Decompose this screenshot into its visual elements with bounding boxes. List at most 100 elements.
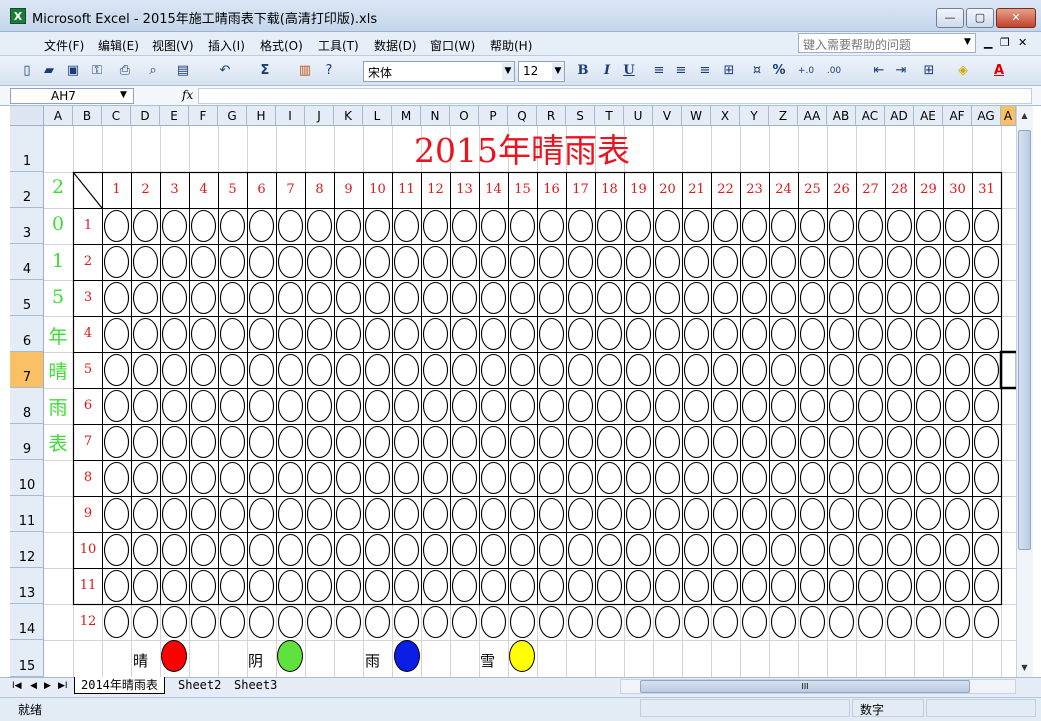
weather-oval[interactable] — [741, 317, 768, 351]
weather-oval[interactable] — [683, 461, 710, 495]
weather-oval[interactable] — [857, 533, 884, 567]
weather-oval[interactable] — [944, 389, 971, 423]
italic-button[interactable]: I — [598, 62, 616, 80]
weather-oval[interactable] — [944, 245, 971, 279]
weather-oval[interactable] — [103, 605, 130, 639]
weather-oval[interactable] — [538, 209, 565, 243]
weather-oval[interactable] — [915, 389, 942, 423]
weather-oval[interactable] — [915, 497, 942, 531]
weather-oval[interactable] — [973, 353, 1000, 387]
weather-oval[interactable] — [422, 245, 449, 279]
weather-oval[interactable] — [219, 353, 246, 387]
weather-oval[interactable] — [799, 281, 826, 315]
weather-oval[interactable] — [538, 497, 565, 531]
weather-oval[interactable] — [103, 209, 130, 243]
weather-oval[interactable] — [973, 281, 1000, 315]
weather-oval[interactable] — [886, 533, 913, 567]
weather-oval[interactable] — [770, 317, 797, 351]
weather-oval[interactable] — [915, 533, 942, 567]
weather-oval[interactable] — [306, 317, 333, 351]
weather-oval[interactable] — [364, 317, 391, 351]
weather-oval[interactable] — [364, 425, 391, 459]
weather-oval[interactable] — [277, 461, 304, 495]
weather-oval[interactable] — [277, 389, 304, 423]
weather-oval[interactable] — [944, 353, 971, 387]
weather-oval[interactable] — [712, 605, 739, 639]
weather-oval[interactable] — [770, 209, 797, 243]
weather-oval[interactable] — [654, 353, 681, 387]
weather-oval[interactable] — [944, 533, 971, 567]
weather-oval[interactable] — [248, 497, 275, 531]
weather-oval[interactable] — [683, 209, 710, 243]
weather-oval[interactable] — [161, 389, 188, 423]
weather-oval[interactable] — [480, 389, 507, 423]
weather-oval[interactable] — [132, 533, 159, 567]
chart-icon[interactable]: ▥ — [296, 62, 314, 80]
weather-oval[interactable] — [161, 569, 188, 603]
borders-icon[interactable]: ⊞ — [920, 62, 938, 80]
weather-oval[interactable] — [857, 497, 884, 531]
weather-oval[interactable] — [567, 281, 594, 315]
weather-oval[interactable] — [103, 461, 130, 495]
weather-oval[interactable] — [799, 461, 826, 495]
weather-oval[interactable] — [538, 245, 565, 279]
weather-oval[interactable] — [857, 389, 884, 423]
weather-oval[interactable] — [799, 533, 826, 567]
weather-oval[interactable] — [190, 353, 217, 387]
weather-oval[interactable] — [248, 461, 275, 495]
weather-oval[interactable] — [596, 317, 623, 351]
weather-oval[interactable] — [973, 533, 1000, 567]
weather-oval[interactable] — [393, 605, 420, 639]
weather-oval[interactable] — [480, 425, 507, 459]
weather-oval[interactable] — [422, 317, 449, 351]
weather-oval[interactable] — [219, 605, 246, 639]
weather-oval[interactable] — [451, 425, 478, 459]
weather-oval[interactable] — [393, 569, 420, 603]
weather-oval[interactable] — [480, 245, 507, 279]
weather-oval[interactable] — [712, 497, 739, 531]
weather-oval[interactable] — [161, 605, 188, 639]
weather-oval[interactable] — [915, 425, 942, 459]
weather-oval[interactable] — [799, 605, 826, 639]
weather-oval[interactable] — [886, 389, 913, 423]
weather-oval[interactable] — [712, 461, 739, 495]
doc-close-button[interactable]: ✕ — [1018, 36, 1027, 49]
weather-oval[interactable] — [509, 605, 536, 639]
weather-oval[interactable] — [248, 209, 275, 243]
weather-oval[interactable] — [625, 389, 652, 423]
weather-oval[interactable] — [219, 209, 246, 243]
weather-oval[interactable] — [770, 245, 797, 279]
new-icon[interactable]: ▯ — [18, 62, 36, 80]
weather-oval[interactable] — [828, 317, 855, 351]
menu-item[interactable]: 帮助(H) — [490, 37, 532, 54]
weather-oval[interactable] — [741, 461, 768, 495]
weather-oval[interactable] — [567, 569, 594, 603]
weather-oval[interactable] — [103, 533, 130, 567]
weather-oval[interactable] — [538, 461, 565, 495]
indent-icon[interactable]: ⇥ — [892, 62, 910, 80]
weather-oval[interactable] — [799, 389, 826, 423]
weather-oval[interactable] — [393, 317, 420, 351]
weather-oval[interactable] — [219, 281, 246, 315]
weather-oval[interactable] — [509, 461, 536, 495]
weather-oval[interactable] — [277, 317, 304, 351]
weather-oval[interactable] — [132, 245, 159, 279]
weather-oval[interactable] — [625, 425, 652, 459]
weather-oval[interactable] — [741, 569, 768, 603]
open-icon[interactable]: ▰ — [40, 62, 58, 80]
weather-oval[interactable] — [828, 353, 855, 387]
permission-icon[interactable]: ⚿ — [88, 62, 106, 80]
weather-oval[interactable] — [886, 281, 913, 315]
print-icon[interactable]: ⎙ — [116, 62, 134, 80]
weather-oval[interactable] — [248, 353, 275, 387]
weather-oval[interactable] — [567, 497, 594, 531]
weather-oval[interactable] — [770, 425, 797, 459]
weather-oval[interactable] — [451, 461, 478, 495]
weather-oval[interactable] — [393, 281, 420, 315]
weather-oval[interactable] — [596, 425, 623, 459]
weather-oval[interactable] — [944, 281, 971, 315]
weather-oval[interactable] — [335, 353, 362, 387]
doc-restore-button[interactable]: ❐ — [1000, 36, 1010, 49]
sum-button[interactable]: Σ — [256, 62, 274, 80]
menu-item[interactable]: 插入(I) — [208, 37, 245, 54]
